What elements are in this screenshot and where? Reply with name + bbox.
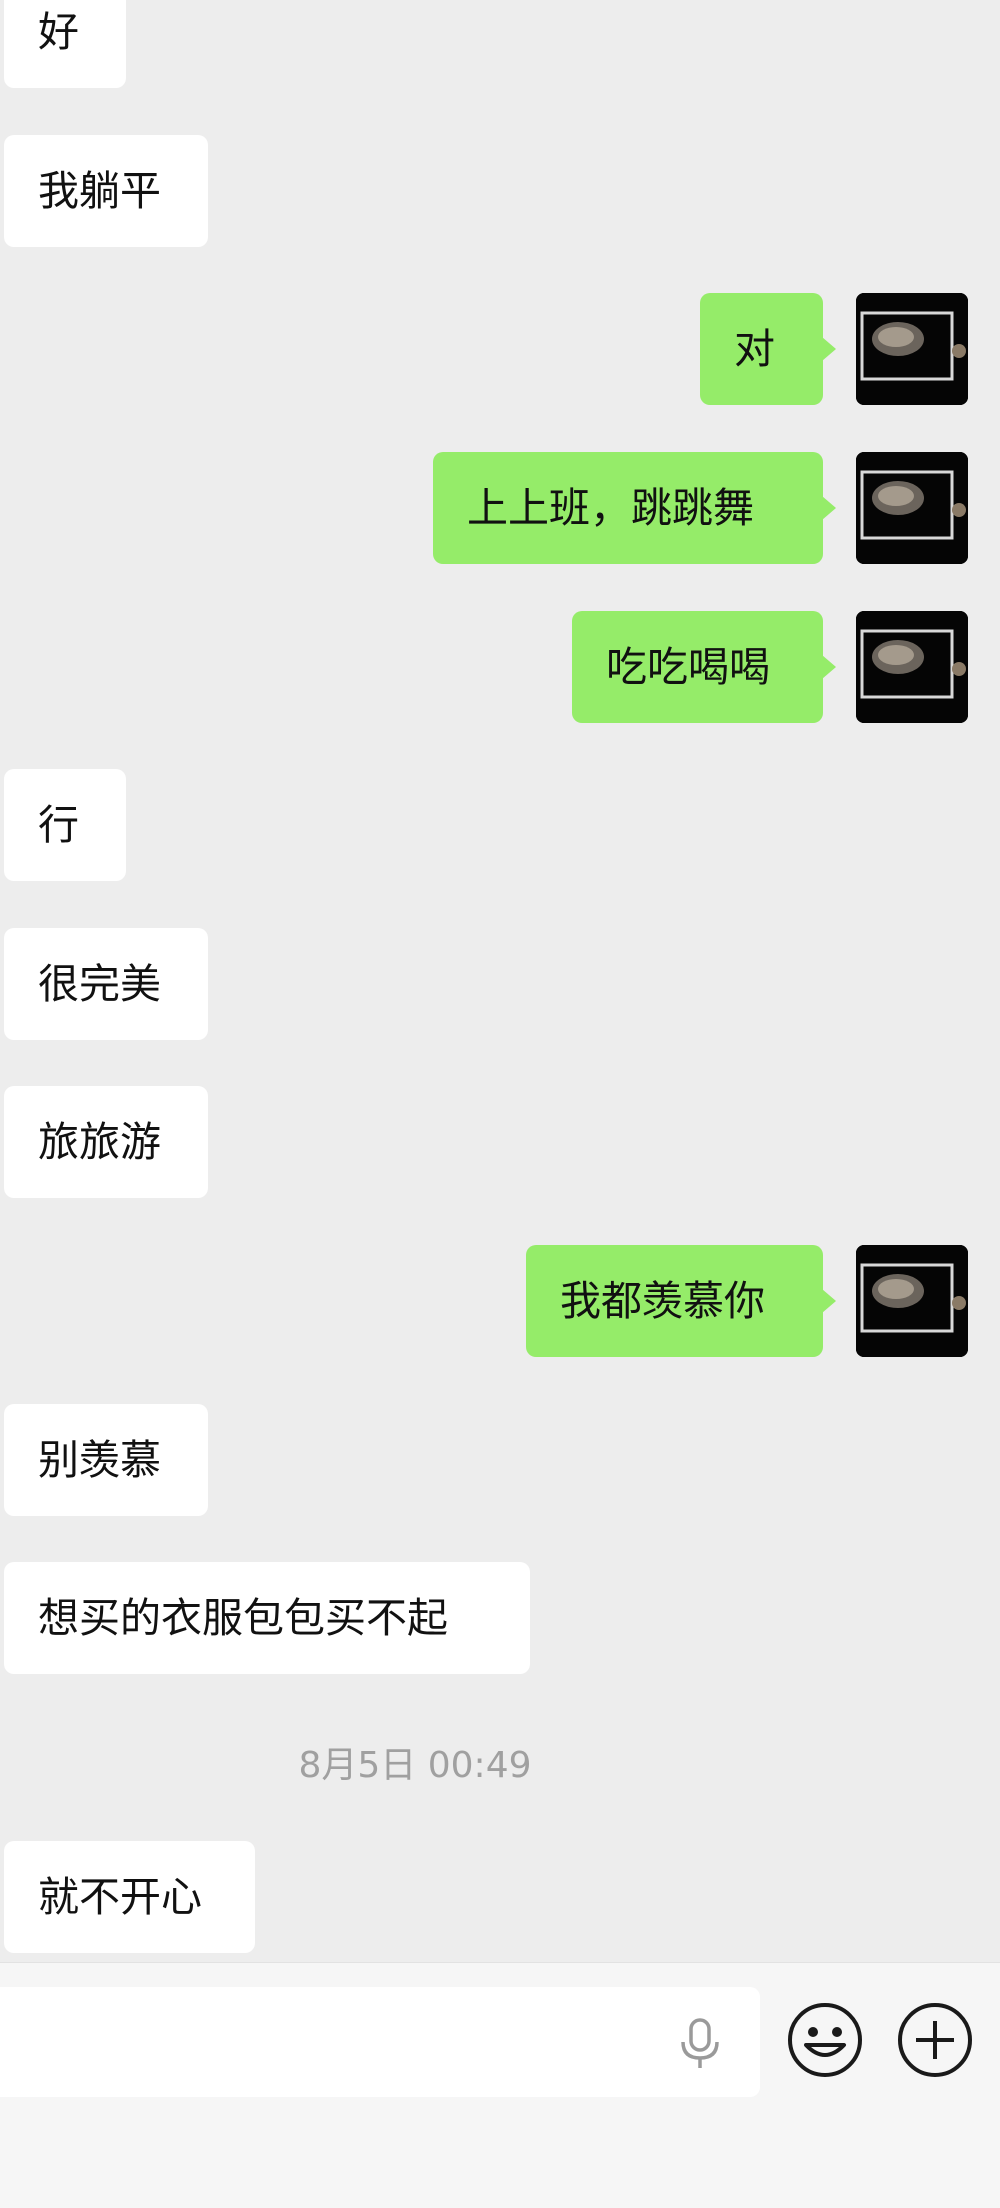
message-text: 吃吃喝喝	[606, 643, 770, 691]
message-bubble-incoming[interactable]: 好	[4, 0, 126, 88]
message-bubble-outgoing[interactable]: 对	[700, 293, 836, 405]
plus-icon[interactable]	[896, 2001, 974, 2079]
input-bar	[0, 1962, 1000, 2208]
user-avatar[interactable]	[856, 452, 968, 564]
message-text: 就不开心	[38, 1873, 202, 1921]
message-text: 别羡慕	[38, 1436, 161, 1484]
voice-icon[interactable]	[676, 2018, 724, 2070]
message-text: 对	[734, 325, 775, 373]
message-input[interactable]	[0, 1987, 760, 2097]
message-text: 旅旅游	[38, 1118, 161, 1166]
message-bubble-outgoing[interactable]: 吃吃喝喝	[572, 611, 836, 723]
message-bubble-incoming[interactable]: 旅旅游	[4, 1086, 208, 1198]
chat-timestamp: 8月5日 00:49	[298, 1745, 532, 1786]
message-bubble-incoming[interactable]: 行	[4, 769, 126, 881]
message-bubble-incoming[interactable]: 别羡慕	[4, 1404, 208, 1516]
message-text: 我都羡慕你	[560, 1277, 765, 1325]
message-text: 想买的衣服包包买不起	[38, 1594, 448, 1642]
message-text: 很完美	[38, 960, 161, 1008]
message-bubble-incoming[interactable]: 想买的衣服包包买不起	[4, 1562, 530, 1674]
message-bubble-outgoing[interactable]: 我都羡慕你	[526, 1245, 836, 1357]
emoji-icon[interactable]	[786, 2001, 864, 2079]
chat-area[interactable]: 好 我躺平 对 上上班，跳跳舞 吃吃喝喝 行 很完美 旅旅游 我都羡慕你 别羡慕…	[0, 0, 1000, 1962]
message-bubble-incoming[interactable]: 就不开心	[4, 1841, 255, 1953]
message-bubble-incoming[interactable]: 我躺平	[4, 135, 208, 247]
user-avatar[interactable]	[856, 611, 968, 723]
message-text: 上上班，跳跳舞	[467, 484, 754, 532]
message-text: 行	[38, 801, 79, 849]
message-bubble-outgoing[interactable]: 上上班，跳跳舞	[433, 452, 836, 564]
user-avatar[interactable]	[856, 1245, 968, 1357]
message-text: 好	[38, 8, 79, 56]
message-text: 我躺平	[38, 167, 161, 215]
user-avatar[interactable]	[856, 293, 968, 405]
message-bubble-incoming[interactable]: 很完美	[4, 928, 208, 1040]
